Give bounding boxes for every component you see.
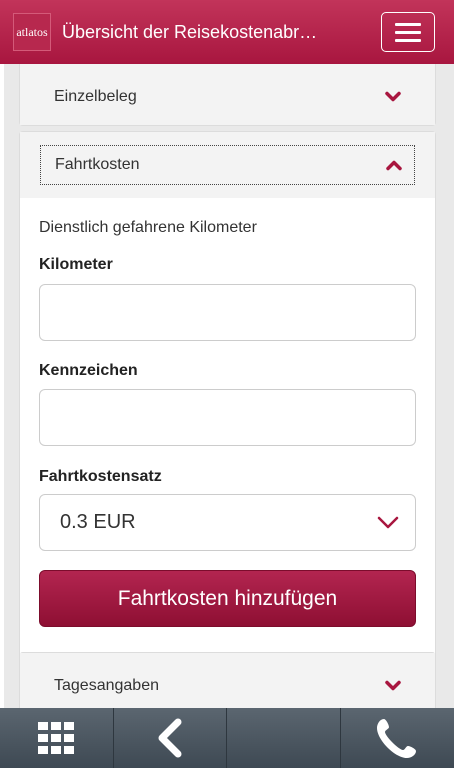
fahrtkostensatz-select[interactable]: 0.3 EUR [39,494,416,551]
section-fahrtkosten-toggle[interactable]: Fahrtkosten [40,145,415,185]
chevron-up-icon [386,160,402,171]
section-subtitle: Dienstlich gefahrene Kilometer [39,219,257,236]
empty-toolbar-slot [227,708,341,768]
kennzeichen-input[interactable] [39,389,416,446]
kilometer-label: Kilometer [39,256,113,273]
menu-bar-icon [395,22,421,26]
section-tagesangaben: Tagesangaben [19,652,436,708]
back-button[interactable] [114,708,227,768]
section-fahrtkosten-header: Fahrtkosten [20,132,435,198]
grid-icon [38,722,75,754]
bottom-toolbar [0,708,454,768]
atlatos-logo: atlatos [13,13,51,51]
section-tagesangaben-header[interactable]: Tagesangaben [20,653,435,708]
call-button[interactable] [341,708,454,768]
fahrtkostensatz-label: Fahrtkostensatz [39,468,162,485]
chevron-down-icon [377,516,399,528]
section-einzelbeleg-header[interactable]: Einzelbeleg [20,64,435,125]
chevron-down-icon [385,680,401,691]
phone-icon [377,719,417,758]
section-einzelbeleg: Einzelbeleg [19,64,436,126]
chevron-down-icon [385,91,401,102]
add-fahrtkosten-button[interactable]: Fahrtkosten hinzufügen [39,570,416,627]
section-einzelbeleg-label: Einzelbeleg [54,88,137,105]
menu-bar-icon [395,38,421,42]
kennzeichen-label: Kennzeichen [39,362,138,379]
kilometer-input[interactable] [39,284,416,341]
section-fahrtkosten: Fahrtkosten Dienstlich gefahrene Kilomet… [19,131,436,708]
page-title: Übersicht der Reisekostenabre… [62,21,324,42]
main-content[interactable]: Einzelbeleg Fahrtkosten Dienstlich gefah… [0,64,454,708]
section-fahrtkosten-label: Fahrtkosten [55,156,140,173]
fahrtkostensatz-value: 0.3 EUR [60,511,136,533]
app-header: atlatos Übersicht der Reisekostenabre… [0,0,454,64]
hamburger-menu-button[interactable] [381,12,435,52]
apps-grid-button[interactable] [0,708,114,768]
back-icon [158,718,182,758]
menu-bar-icon [395,30,421,34]
section-tagesangaben-label: Tagesangaben [54,677,159,694]
